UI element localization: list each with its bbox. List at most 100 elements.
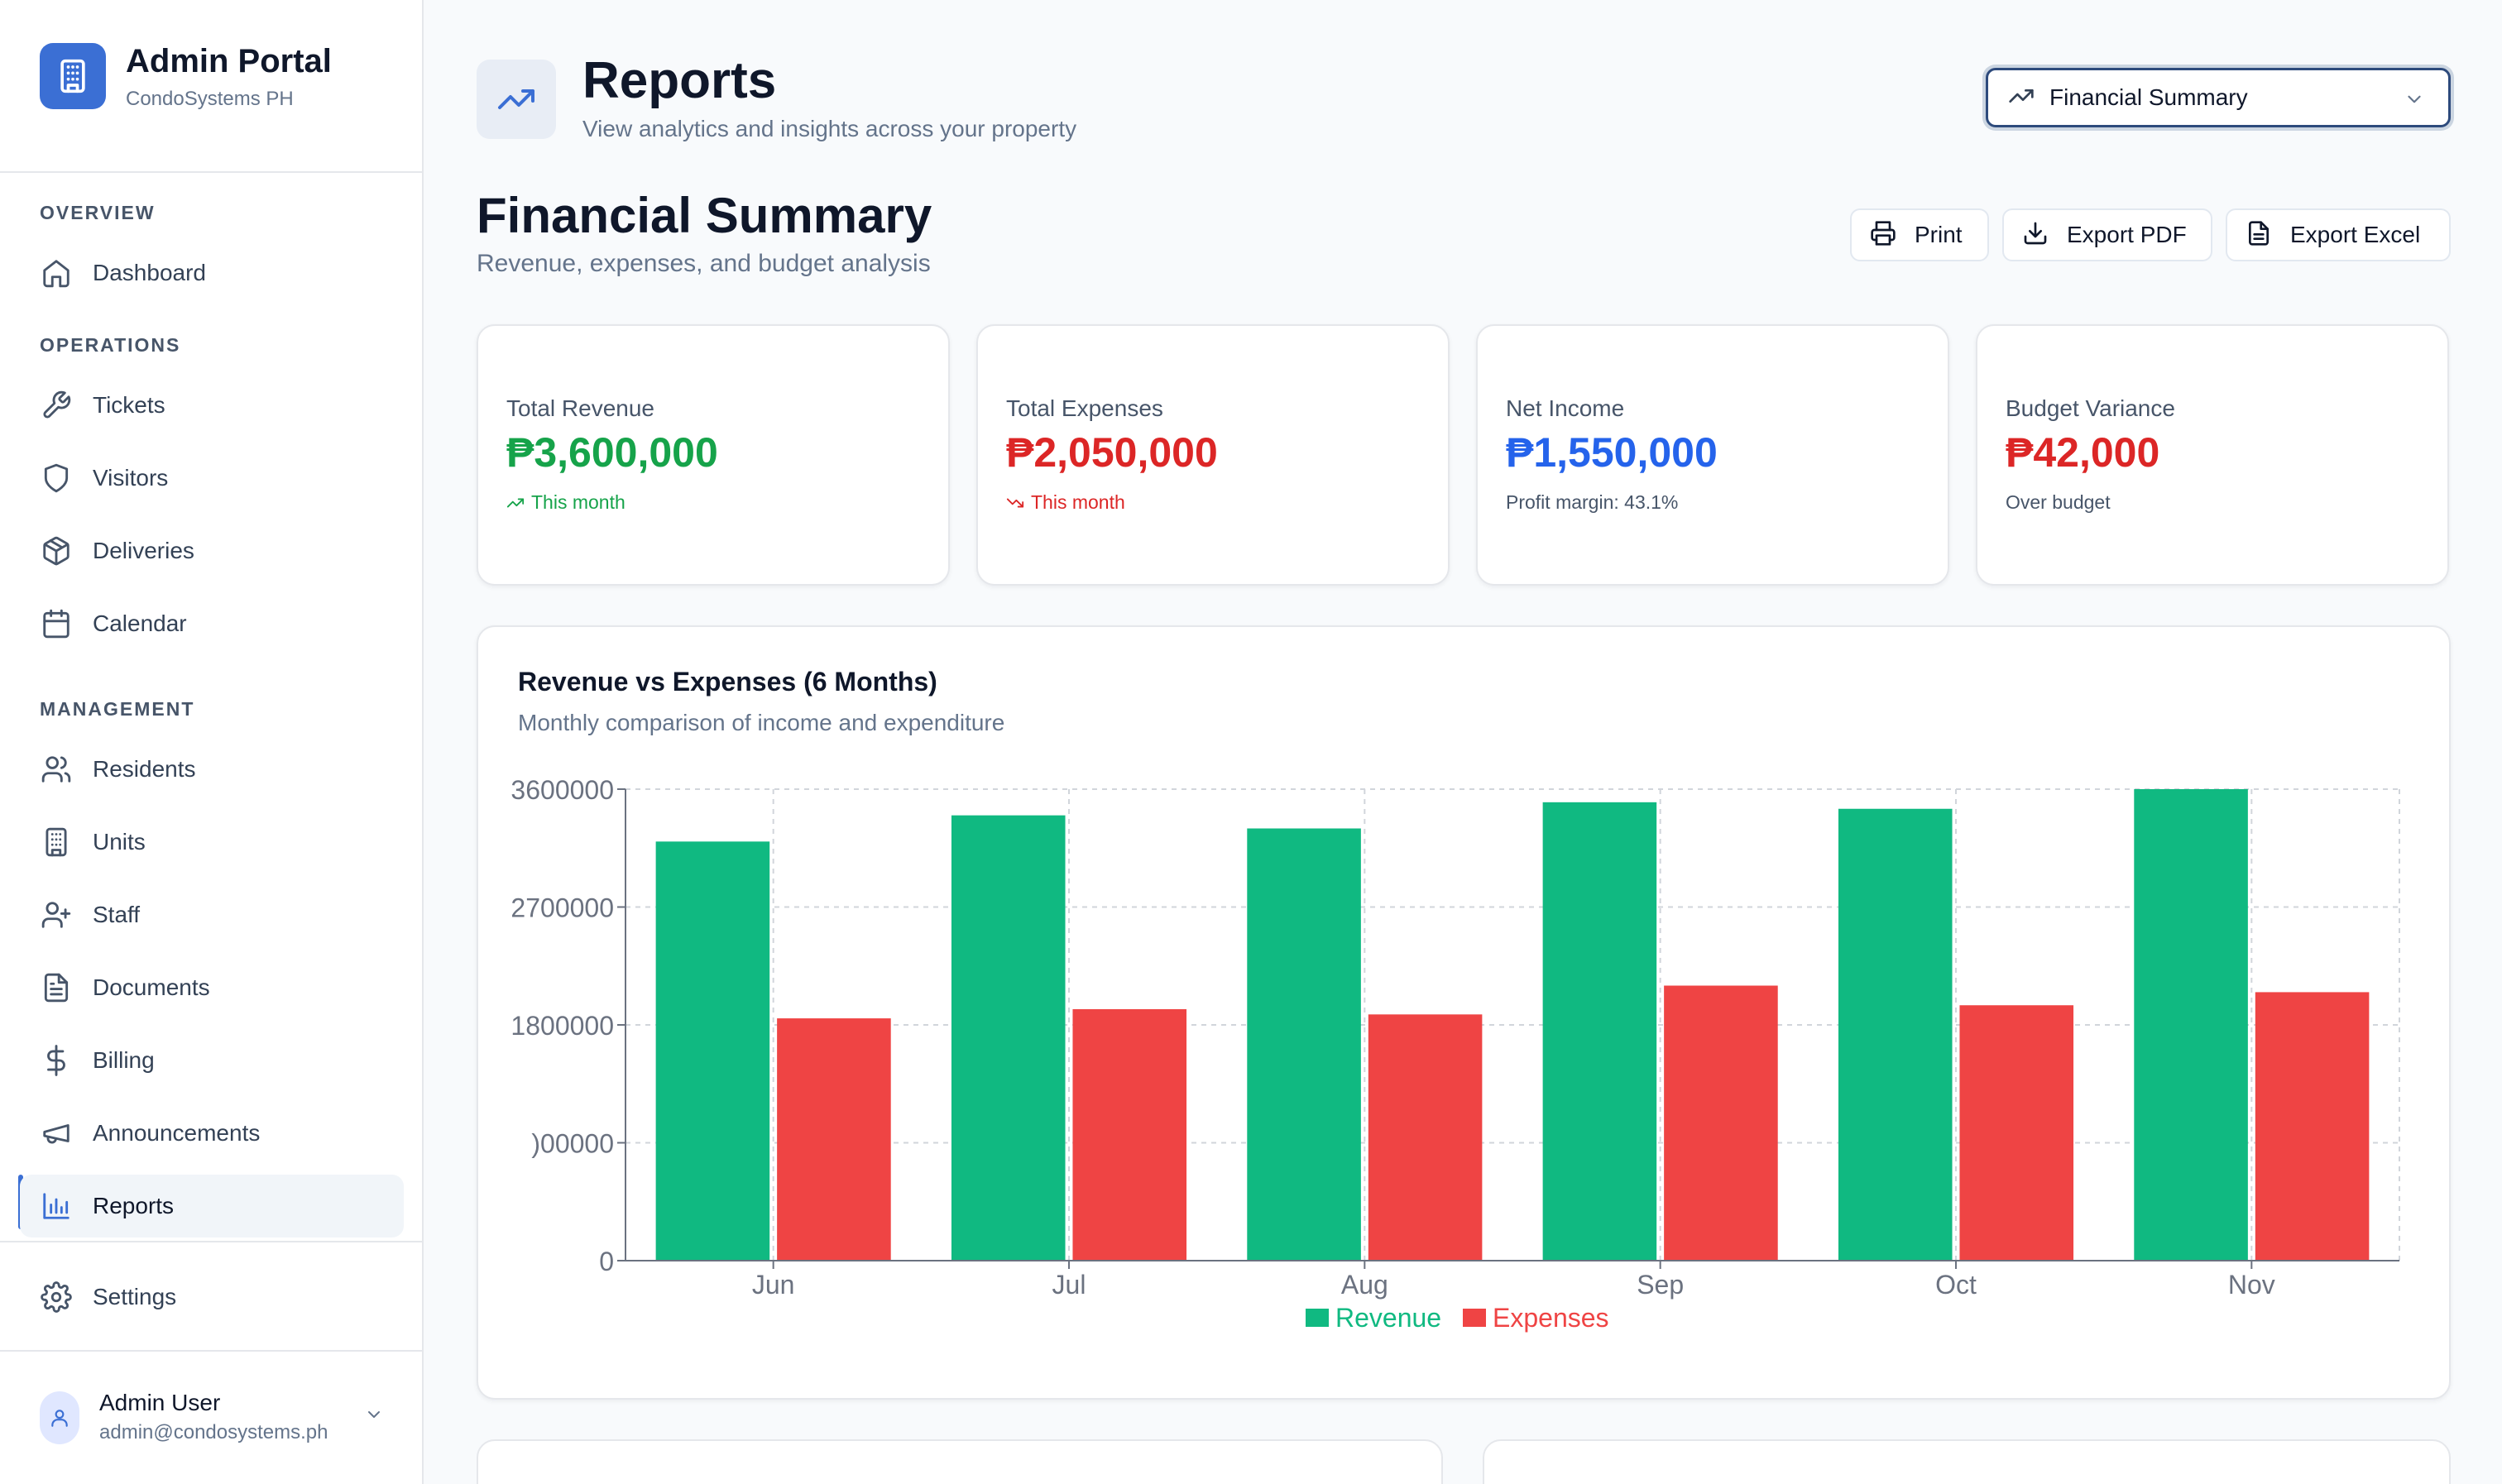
- sidebar-item-reports[interactable]: Reports: [20, 1175, 404, 1237]
- y-tick-label: 0: [599, 1247, 614, 1276]
- kpi-label: Net Income: [1506, 395, 1625, 421]
- kpi-note: This month: [1006, 491, 1125, 514]
- trending-down-icon: [1006, 498, 1024, 507]
- x-tick-label: Aug: [1341, 1270, 1388, 1300]
- kpi-value: ₱1,550,000: [1506, 429, 1718, 476]
- kpi-value: ₱42,000: [2006, 429, 2160, 476]
- sidebar-item-label: Deliveries: [93, 538, 194, 563]
- user-email: admin@condosystems.ph: [99, 1421, 328, 1443]
- revenue-expenses-chart-card: 0 )00000 1800000 2700000 3600000 Jun Jul Aug Sep…: [477, 625, 2451, 1400]
- calendar-icon: [40, 607, 73, 640]
- bar-revenue: [2134, 789, 2248, 1261]
- y-tick-label: )00000: [531, 1129, 614, 1159]
- sidebar-item-billing[interactable]: Billing: [20, 1029, 404, 1092]
- chevron-down-icon[interactable]: [364, 1405, 384, 1429]
- kpi-label: Total Revenue: [506, 395, 655, 421]
- chevron-down-icon: [2404, 89, 2425, 114]
- x-tick-label: Sep: [1637, 1270, 1684, 1300]
- sidebar-item-label: Staff: [93, 902, 141, 927]
- sidebar-item-label: Announcements: [93, 1120, 261, 1146]
- bar-revenue: [951, 815, 1066, 1261]
- bar-revenue: [1838, 808, 1953, 1261]
- sidebar-item-documents[interactable]: Documents: [20, 956, 404, 1019]
- package-icon: [40, 534, 73, 567]
- sidebar-item-announcements[interactable]: Announcements: [20, 1102, 404, 1165]
- bar-revenue: [655, 841, 770, 1261]
- y-tick-label: 3600000: [510, 775, 614, 805]
- kpi-card-total-expenses: Total Expenses ₱2,050,000 This month: [976, 324, 1450, 586]
- report-card-left: [477, 1439, 1443, 1484]
- building-icon: [40, 826, 73, 859]
- sidebar-item-calendar[interactable]: Calendar: [20, 592, 404, 655]
- trending-up-icon: [506, 498, 525, 507]
- sidebar-item-deliveries[interactable]: Deliveries: [20, 519, 404, 582]
- bar-expenses: [1959, 1005, 2074, 1261]
- app-subtitle: CondoSystems PH: [126, 88, 294, 110]
- sidebar-item-label: Residents: [93, 756, 196, 782]
- sidebar-item-settings[interactable]: Settings: [20, 1266, 404, 1328]
- section-title: Financial Summary: [477, 188, 932, 243]
- home-icon: [40, 256, 73, 290]
- bar-expenses: [2255, 992, 2370, 1261]
- sidebar-item-dashboard[interactable]: Dashboard: [20, 242, 404, 304]
- app-title: Admin Portal: [126, 43, 332, 79]
- sidebar-item-residents[interactable]: Residents: [20, 738, 404, 801]
- sidebar-item-units[interactable]: Units: [20, 811, 404, 874]
- bar-chart-icon: [40, 1190, 73, 1223]
- trending-up-icon: [477, 60, 556, 139]
- legend-swatch-revenue: [1306, 1309, 1329, 1327]
- kpi-card-budget-variance: Budget Variance ₱42,000 Over budget: [1976, 324, 2449, 586]
- section-subtitle: Revenue, expenses, and budget analysis: [477, 250, 931, 277]
- sidebar-item-label: Settings: [93, 1284, 177, 1309]
- user-menu[interactable]: Admin User admin@condosystems.ph: [0, 1352, 422, 1484]
- report-type-select[interactable]: Financial Summary: [1986, 68, 2451, 127]
- kpi-card-total-revenue: Total Revenue ₱3,600,000 This month: [477, 324, 950, 586]
- kpi-note: Profit margin: 43.1%: [1506, 491, 1678, 514]
- kpi-value: ₱2,050,000: [1006, 429, 1218, 476]
- file-icon: [2246, 220, 2272, 251]
- export-excel-label: Export Excel: [2290, 222, 2421, 247]
- sidebar-item-tickets[interactable]: Tickets: [20, 374, 404, 437]
- export-pdf-label: Export PDF: [2067, 222, 2187, 247]
- report-card-right: [1483, 1439, 2451, 1484]
- kpi-note: Over budget: [2006, 491, 2111, 514]
- gear-icon: [40, 1281, 73, 1314]
- bar-expenses: [1368, 1014, 1483, 1261]
- bar-expenses: [1664, 985, 1778, 1261]
- printer-icon: [1870, 220, 1896, 251]
- kpi-label: Total Expenses: [1006, 395, 1163, 421]
- legend-label-revenue: Revenue: [1335, 1303, 1441, 1333]
- export-pdf-button[interactable]: Export PDF: [2002, 208, 2212, 261]
- sidebar-item-visitors[interactable]: Visitors: [20, 447, 404, 510]
- print-button[interactable]: Print: [1850, 208, 1989, 261]
- bar-revenue: [1542, 802, 1657, 1261]
- x-tick-label: Jun: [752, 1270, 795, 1300]
- section-label-management: MANAGEMENT: [40, 698, 195, 720]
- x-tick-label: Jul: [1052, 1270, 1086, 1300]
- user-plus-icon: [40, 898, 73, 931]
- y-tick-label: 1800000: [510, 1011, 614, 1041]
- trending-up-icon: [2008, 83, 2035, 113]
- sidebar-item-label: Dashboard: [93, 260, 206, 285]
- revenue-expenses-chart: 0 )00000 1800000 2700000 3600000 Jun Jul Aug Sep…: [510, 775, 2400, 1333]
- legend-swatch-expenses: [1463, 1309, 1486, 1327]
- sidebar-item-label: Visitors: [93, 465, 169, 491]
- user-name: Admin User: [99, 1390, 221, 1415]
- divider: [0, 1241, 422, 1242]
- report-type-value: Financial Summary: [2049, 84, 2248, 110]
- wrench-icon: [40, 389, 73, 422]
- kpi-note-text: Profit margin: 43.1%: [1506, 491, 1679, 513]
- section-label-operations: OPERATIONS: [40, 334, 181, 356]
- kpi-label: Budget Variance: [2006, 395, 2175, 421]
- sidebar-item-label: Documents: [93, 974, 210, 1000]
- building-icon: [40, 43, 106, 109]
- sidebar-item-staff[interactable]: Staff: [20, 883, 404, 946]
- export-excel-button[interactable]: Export Excel: [2226, 208, 2451, 261]
- y-tick-label: 2700000: [510, 893, 614, 923]
- sidebar-item-label: Billing: [93, 1047, 155, 1073]
- page-title: Reports: [582, 52, 777, 109]
- megaphone-icon: [40, 1117, 73, 1150]
- print-label: Print: [1915, 222, 1963, 247]
- kpi-value: ₱3,600,000: [506, 429, 718, 476]
- section-label-overview: OVERVIEW: [40, 202, 156, 223]
